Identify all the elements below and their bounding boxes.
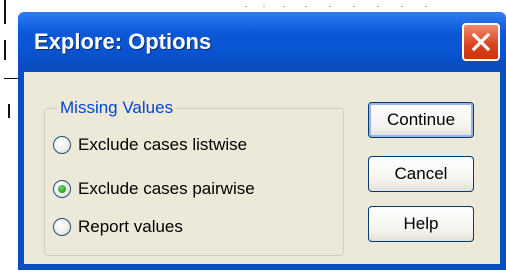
help-button[interactable]: Help	[368, 206, 474, 242]
title-bar: Explore: Options	[18, 12, 506, 72]
background-window-edge	[4, 0, 6, 24]
radio-label-exclude-pairwise: Exclude cases pairwise	[78, 179, 255, 198]
explore-options-dialog: Explore: Options Missing Values Exclude …	[18, 12, 506, 270]
background-window-edge	[4, 40, 6, 60]
close-button[interactable]	[462, 23, 500, 61]
radio-report-values[interactable]: Report values	[53, 215, 183, 239]
radio-label-report-values: Report values	[78, 217, 183, 236]
radio-dot-icon	[58, 185, 66, 193]
continue-button[interactable]: Continue	[368, 102, 474, 138]
close-icon	[471, 32, 491, 52]
radio-exclude-pairwise[interactable]: Exclude cases pairwise	[53, 177, 255, 201]
background-window-text	[240, 0, 450, 7]
background-window-edge	[8, 104, 10, 118]
radio-label-exclude-listwise: Exclude cases listwise	[78, 135, 248, 154]
radio-unselected-icon[interactable]	[53, 136, 71, 154]
radio-exclude-listwise[interactable]: Exclude cases listwise	[53, 133, 247, 157]
group-label: Missing Values	[57, 98, 177, 118]
dialog-body: Missing Values Exclude cases listwise Ex…	[24, 72, 500, 264]
cancel-button[interactable]: Cancel	[368, 156, 474, 192]
missing-values-group: Missing Values Exclude cases listwise Ex…	[44, 98, 344, 256]
radio-selected-icon[interactable]	[53, 180, 71, 198]
window-title: Explore: Options	[34, 29, 212, 54]
radio-unselected-icon[interactable]	[53, 218, 71, 236]
